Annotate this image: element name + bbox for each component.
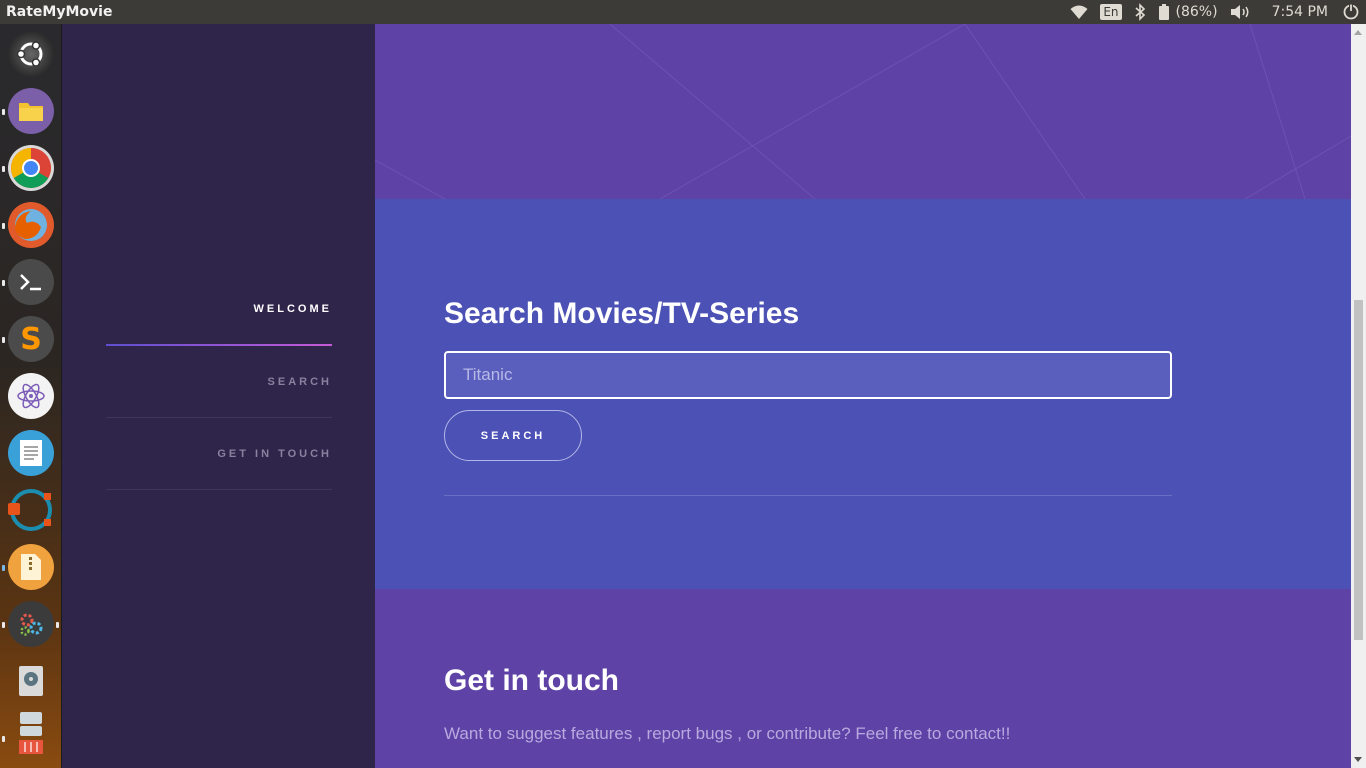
terminal-icon[interactable] [8, 259, 54, 305]
nav-search[interactable]: SEARCH [106, 346, 332, 418]
trash-icon[interactable] [8, 710, 54, 756]
section-divider [444, 495, 1172, 496]
volume-icon[interactable] [1224, 0, 1258, 24]
active-indicator [56, 622, 59, 628]
archive-manager-icon[interactable] [8, 544, 54, 590]
running-indicator [2, 337, 5, 343]
search-button[interactable]: SEARCH [444, 410, 582, 461]
page-sidebar: WELCOME SEARCH GET IN TOUCH [62, 24, 375, 768]
chrome-icon[interactable] [8, 145, 54, 191]
running-indicator [2, 166, 5, 172]
running-indicator [2, 223, 5, 229]
battery-icon [1158, 4, 1169, 20]
running-indicator [2, 280, 5, 286]
nav-search-label: SEARCH [267, 375, 332, 388]
search-section: Search Movies/TV-Series SEARCH [375, 199, 1351, 589]
indicator-area: En (86%) 7:54 PM [1064, 0, 1366, 24]
running-indicator [2, 109, 5, 115]
top-panel: RateMyMovie En (86%) 7:54 PM [0, 0, 1366, 24]
ubuntu-dash-icon[interactable] [8, 31, 54, 77]
wifi-icon[interactable] [1064, 0, 1094, 24]
language-label: En [1100, 4, 1122, 20]
nav-welcome[interactable]: WELCOME [106, 274, 332, 346]
scroll-down-arrow-icon[interactable] [1354, 757, 1362, 762]
main-content: Search Movies/TV-Series SEARCH Get in to… [375, 24, 1351, 768]
contact-heading: Get in touch [444, 664, 619, 697]
system-settings-icon[interactable] [8, 601, 54, 647]
firefox-icon[interactable] [8, 202, 54, 248]
text-editor-icon[interactable] [8, 430, 54, 476]
search-heading: Search Movies/TV-Series [444, 297, 800, 330]
scroll-up-arrow-icon[interactable] [1354, 30, 1362, 35]
decorative-lines [375, 24, 1351, 199]
battery-indicator[interactable]: (86%) [1152, 0, 1224, 24]
disk-icon[interactable] [8, 658, 54, 704]
app-title: RateMyMovie [6, 4, 113, 20]
battery-percent: (86%) [1175, 4, 1218, 20]
sublime-text-icon[interactable]: S [8, 316, 54, 362]
launcher: S [0, 24, 62, 768]
page-scrollbar[interactable] [1351, 24, 1366, 768]
clock[interactable]: 7:54 PM [1258, 0, 1336, 24]
intro-section [375, 24, 1351, 199]
git-kraken-icon[interactable] [8, 487, 54, 533]
power-icon[interactable] [1336, 0, 1366, 24]
files-icon[interactable] [8, 88, 54, 134]
atom-icon[interactable] [8, 373, 54, 419]
nav-get-in-touch[interactable]: GET IN TOUCH [106, 418, 332, 490]
keyboard-language-indicator[interactable]: En [1094, 0, 1127, 24]
running-indicator [2, 565, 5, 571]
running-indicator [2, 622, 5, 628]
search-input[interactable] [444, 351, 1172, 399]
running-indicator [2, 736, 5, 742]
contact-text: Want to suggest features , report bugs ,… [444, 724, 1011, 743]
contact-section: Get in touch Want to suggest features , … [375, 589, 1351, 768]
nav-welcome-label: WELCOME [253, 303, 332, 315]
scroll-thumb[interactable] [1354, 300, 1363, 640]
nav-get-in-touch-label: GET IN TOUCH [217, 447, 332, 460]
bluetooth-icon[interactable] [1128, 0, 1152, 24]
